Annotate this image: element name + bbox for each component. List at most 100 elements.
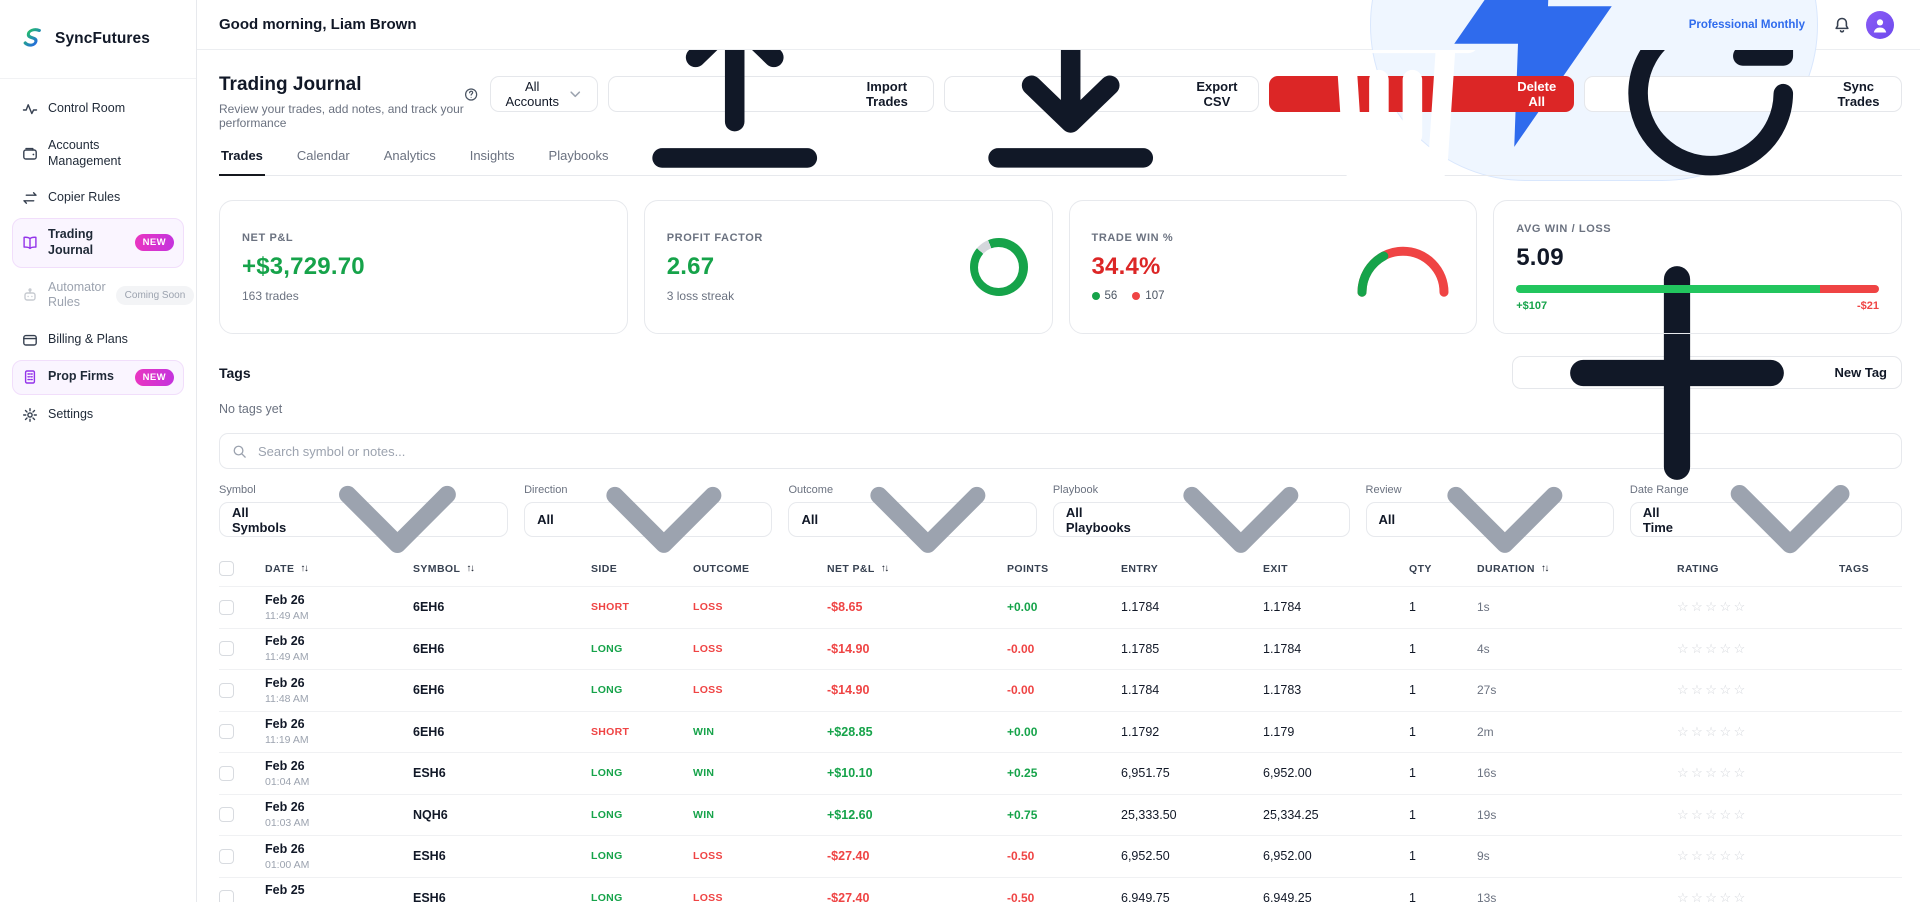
chevron-down-icon xyxy=(1689,418,1891,620)
rating-stars[interactable]: ☆☆☆☆☆ xyxy=(1677,599,1839,615)
avg-win-loss-card: AVG WIN / LOSS 5.09 +$107 -$21 xyxy=(1493,200,1902,334)
search-input[interactable] xyxy=(256,443,1889,460)
trades-table: Date↑↓Symbol↑↓SideOutcomeNet P&L↑↓Points… xyxy=(219,557,1902,902)
cell-date: Feb 2611:49 AM xyxy=(265,634,413,663)
filter-playbook-select[interactable]: All Playbooks xyxy=(1053,502,1350,537)
upload-icon xyxy=(623,50,846,206)
account-select[interactable]: All Accounts xyxy=(490,76,598,112)
sidebar-item-label: Accounts Management xyxy=(48,138,174,169)
sort-icon[interactable]: ↑↓ xyxy=(466,563,473,574)
trash-icon xyxy=(1284,50,1507,206)
table-row[interactable]: Feb 2601:00 AMESH6LONGLOSS-$27.40-0.506,… xyxy=(219,835,1902,877)
filter-direction-select[interactable]: All xyxy=(524,502,772,537)
filter-value: All Symbols xyxy=(232,505,286,535)
cell-exit: 1.1784 xyxy=(1263,600,1409,614)
rating-stars[interactable]: ☆☆☆☆☆ xyxy=(1677,641,1839,657)
sync-trades-button[interactable]: Sync Trades xyxy=(1584,76,1902,112)
rating-stars[interactable]: ☆☆☆☆☆ xyxy=(1677,724,1839,740)
filter-symbol-select[interactable]: All Symbols xyxy=(219,502,508,537)
sidebar-item-control-room[interactable]: Control Room xyxy=(12,92,184,126)
new-tag-button[interactable]: New Tag xyxy=(1512,356,1903,389)
cell-outcome: LOSS xyxy=(693,850,827,862)
sidebar-item-trading-journal[interactable]: Trading JournalNEW xyxy=(12,218,184,267)
tab-trades[interactable]: Trades xyxy=(219,148,265,176)
filter-outcome: OutcomeAll xyxy=(788,484,1036,537)
table-row[interactable]: Feb 2508:17 PMESH6LONGLOSS-$27.40-0.506,… xyxy=(219,877,1902,902)
sidebar-item-billing-plans[interactable]: Billing & Plans xyxy=(12,323,184,357)
table-row[interactable]: Feb 2601:04 AMESH6LONGWIN+$10.10+0.256,9… xyxy=(219,752,1902,794)
cell-points: +0.00 xyxy=(1007,600,1121,614)
row-checkbox[interactable] xyxy=(219,766,234,781)
row-checkbox[interactable] xyxy=(219,724,234,739)
profit-factor-label: PROFIT FACTOR xyxy=(667,232,1030,244)
brand-name: SyncFutures xyxy=(55,30,150,48)
chevron-down-icon xyxy=(830,422,1026,618)
wins-count: 56 xyxy=(1105,290,1118,302)
cell-entry: 6,952.50 xyxy=(1121,849,1263,863)
row-checkbox[interactable] xyxy=(219,807,234,822)
cell-net-pnl: -$27.40 xyxy=(827,849,1007,863)
table-row[interactable]: Feb 2601:03 AMNQH6LONGWIN+$12.60+0.7525,… xyxy=(219,794,1902,836)
table-row[interactable]: Feb 2611:48 AM6EH6LONGLOSS-$14.90-0.001.… xyxy=(219,669,1902,711)
row-checkbox[interactable] xyxy=(219,890,234,902)
profit-factor-sub: 3 loss streak xyxy=(667,289,1030,303)
filter-review-select[interactable]: All xyxy=(1366,502,1614,537)
rating-stars[interactable]: ☆☆☆☆☆ xyxy=(1677,682,1839,698)
row-checkbox[interactable] xyxy=(219,600,234,615)
cell-symbol: NQH6 xyxy=(413,808,591,822)
sidebar-item-settings[interactable]: Settings xyxy=(12,398,184,432)
table-row[interactable]: Feb 2611:49 AM6EH6LONGLOSS-$14.90-0.001.… xyxy=(219,628,1902,670)
tab-insights[interactable]: Insights xyxy=(468,148,517,175)
sort-icon[interactable]: ↑↓ xyxy=(881,563,888,574)
net-pnl-sub: 163 trades xyxy=(242,289,605,303)
column-header-rating: Rating xyxy=(1677,563,1839,575)
cell-qty: 1 xyxy=(1409,808,1477,822)
tab-playbooks[interactable]: Playbooks xyxy=(547,148,611,175)
sort-icon[interactable]: ↑↓ xyxy=(300,563,307,574)
row-checkbox[interactable] xyxy=(219,641,234,656)
filter-value: All Playbooks xyxy=(1066,505,1131,535)
new-tag-label: New Tag xyxy=(1835,365,1888,380)
sidebar-item-label: Copier Rules xyxy=(48,190,120,206)
cell-outcome: WIN xyxy=(693,726,827,738)
brand[interactable]: SyncFutures xyxy=(0,0,196,79)
row-checkbox[interactable] xyxy=(219,683,234,698)
table-row[interactable]: Feb 2611:19 AM6EH6SHORTWIN+$28.85+0.001.… xyxy=(219,711,1902,753)
row-checkbox[interactable] xyxy=(219,849,234,864)
sync-trades-label: Sync Trades xyxy=(1830,79,1887,109)
avatar[interactable] xyxy=(1866,11,1894,39)
cell-points: -0.50 xyxy=(1007,891,1121,902)
filter-outcome-select[interactable]: All xyxy=(788,502,1036,537)
notifications-bell-icon[interactable] xyxy=(1833,16,1851,34)
cell-side: SHORT xyxy=(591,601,693,613)
sidebar-item-label: Automator Rules xyxy=(48,280,106,311)
rating-stars[interactable]: ☆☆☆☆☆ xyxy=(1677,765,1839,781)
cell-net-pnl: +$28.85 xyxy=(827,725,1007,739)
cell-qty: 1 xyxy=(1409,600,1477,614)
help-icon[interactable] xyxy=(464,85,478,104)
losses-dot xyxy=(1132,292,1140,300)
cell-outcome: LOSS xyxy=(693,643,827,655)
sidebar-item-copier-rules[interactable]: Copier Rules xyxy=(12,181,184,215)
tab-calendar[interactable]: Calendar xyxy=(295,148,352,175)
page-subtitle: Review your trades, add notes, and track… xyxy=(219,102,464,130)
filter-date-range-select[interactable]: All Time xyxy=(1630,502,1902,537)
cell-entry: 1.1784 xyxy=(1121,683,1263,697)
filter-review: ReviewAll xyxy=(1366,484,1614,537)
select-all-checkbox[interactable] xyxy=(219,561,234,576)
delete-all-button[interactable]: Delete All xyxy=(1269,76,1574,112)
rating-stars[interactable]: ☆☆☆☆☆ xyxy=(1677,890,1839,902)
coming-soon-badge: Coming Soon xyxy=(116,286,195,305)
cell-exit: 6,952.00 xyxy=(1263,766,1409,780)
tab-analytics[interactable]: Analytics xyxy=(382,148,438,175)
cell-symbol: ESH6 xyxy=(413,849,591,863)
sort-icon[interactable]: ↑↓ xyxy=(1541,563,1548,574)
export-csv-button[interactable]: Export CSV xyxy=(944,76,1259,112)
cell-exit: 1.1783 xyxy=(1263,683,1409,697)
import-trades-button[interactable]: Import Trades xyxy=(608,76,933,112)
rating-stars[interactable]: ☆☆☆☆☆ xyxy=(1677,848,1839,864)
sidebar-item-prop-firms[interactable]: Prop FirmsNEW xyxy=(12,360,184,395)
cell-net-pnl: -$27.40 xyxy=(827,891,1007,902)
rating-stars[interactable]: ☆☆☆☆☆ xyxy=(1677,807,1839,823)
sidebar-item-accounts-management[interactable]: Accounts Management xyxy=(12,129,184,178)
